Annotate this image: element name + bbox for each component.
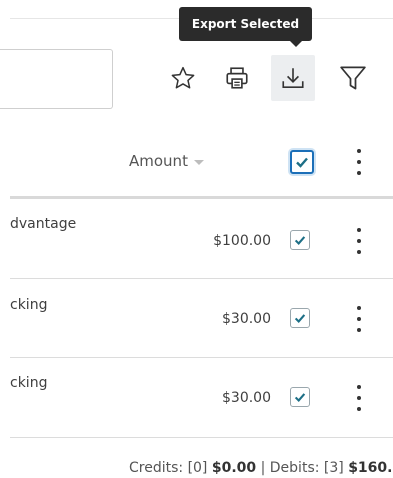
credits-label: Credits: [0]	[129, 460, 208, 476]
checkmark-icon	[294, 236, 306, 246]
amount-column-header[interactable]: Amount	[129, 152, 204, 170]
row-1-description: dvantage	[10, 216, 77, 232]
select-all-checkbox[interactable]	[290, 150, 314, 174]
export-selected-button[interactable]	[271, 55, 315, 101]
header-divider	[10, 196, 393, 199]
row-3-description: cking	[10, 375, 48, 391]
filter-button[interactable]	[331, 55, 375, 101]
row-2-description: cking	[10, 297, 48, 313]
print-button[interactable]	[215, 55, 259, 101]
filter-icon	[340, 66, 366, 90]
row-3-amount: $30.00	[222, 390, 271, 406]
row-1-amount: $100.00	[213, 233, 271, 249]
checkmark-icon	[296, 157, 308, 168]
star-icon	[171, 66, 195, 89]
checkmark-icon	[294, 393, 306, 403]
row-2-checkbox[interactable]	[290, 308, 310, 328]
debits-label: Debits: [3]	[269, 460, 344, 476]
favorite-button[interactable]	[161, 55, 205, 101]
header-more-menu[interactable]	[355, 149, 363, 175]
debits-amount: $160.00	[348, 460, 393, 476]
footer-divider	[10, 437, 393, 438]
row-divider	[10, 357, 393, 358]
row-3-more-menu[interactable]	[355, 385, 363, 411]
amount-header-label: Amount	[129, 152, 188, 170]
totals-summary: Credits: [0] $0.00 | Debits: [3] $160.00	[129, 460, 393, 476]
row-divider	[10, 278, 393, 279]
search-input[interactable]	[0, 49, 113, 109]
sort-caret-icon	[193, 160, 204, 165]
checkmark-icon	[294, 314, 306, 324]
row-2-amount: $30.00	[222, 311, 271, 327]
row-3-checkbox[interactable]	[290, 387, 310, 407]
export-tooltip: Export Selected	[179, 7, 312, 41]
row-1-more-menu[interactable]	[355, 228, 363, 254]
download-icon	[282, 68, 304, 89]
totals-separator: |	[260, 460, 266, 476]
print-icon	[226, 67, 248, 89]
row-2-more-menu[interactable]	[355, 306, 363, 332]
row-1-checkbox[interactable]	[290, 230, 310, 250]
tooltip-arrow	[290, 41, 302, 47]
credits-amount: $0.00	[211, 460, 257, 476]
